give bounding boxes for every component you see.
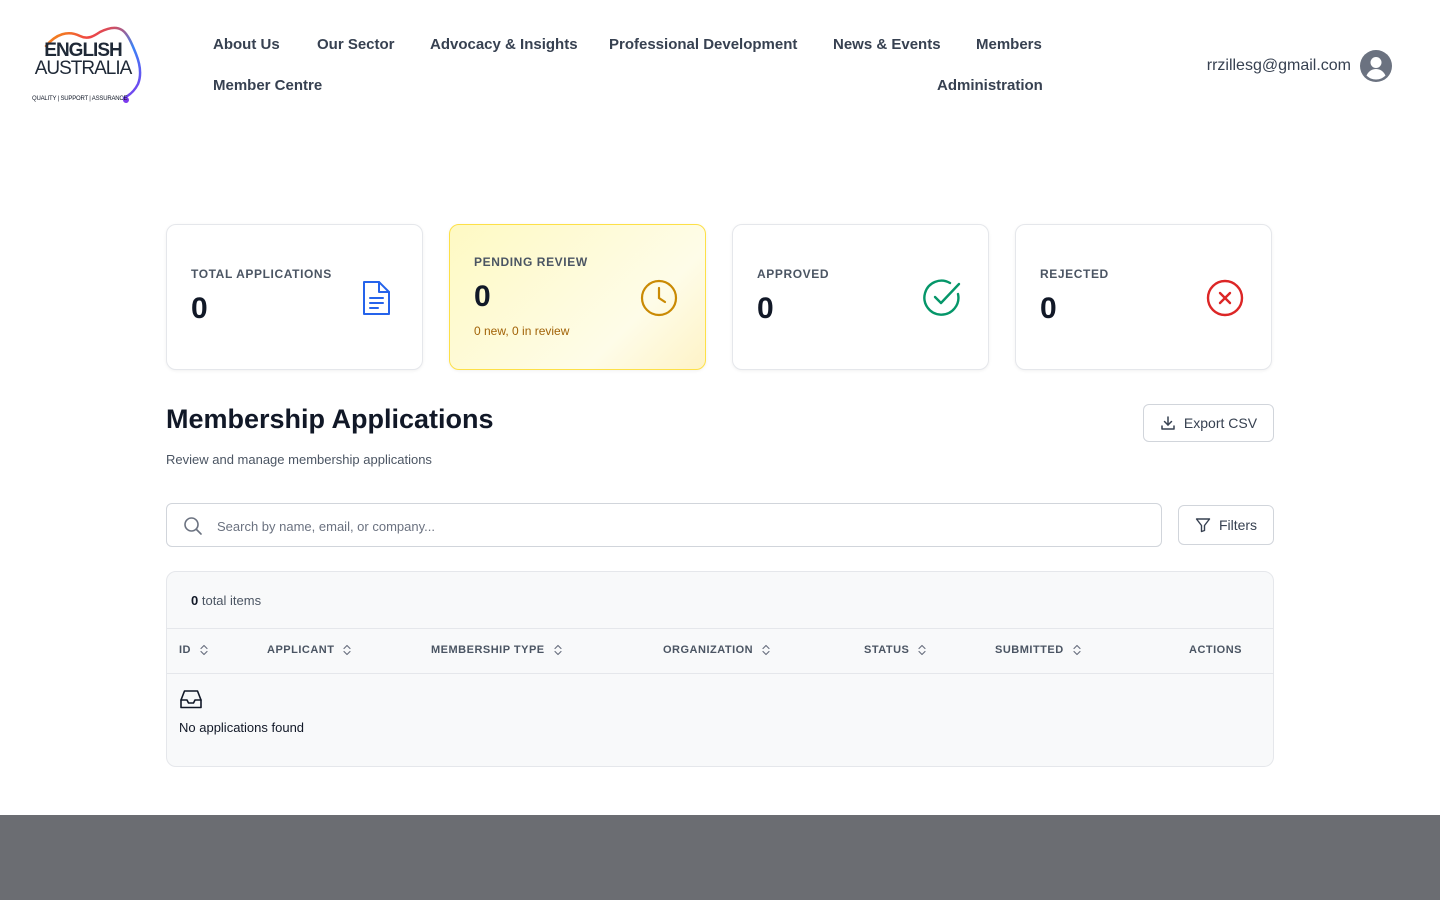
x-circle-icon: [1206, 279, 1244, 317]
logo-line-australia: AUSTRALIA: [34, 58, 133, 79]
search-input[interactable]: [215, 504, 1149, 548]
stat-value: 0: [1040, 292, 1057, 325]
stat-card-approved: APPROVED 0: [732, 224, 989, 370]
filter-icon: [1195, 518, 1211, 533]
total-items-suffix: total items: [198, 593, 262, 608]
page-subtitle: Review and manage membership application…: [166, 452, 432, 467]
empty-state-message: No applications found: [179, 720, 305, 735]
export-csv-button[interactable]: Export CSV: [1143, 404, 1274, 442]
user-menu[interactable]: rrzillesg@gmail.com: [1207, 50, 1392, 82]
nav-advocacy-insights[interactable]: Advocacy & Insights: [430, 36, 578, 53]
stat-label: TOTAL APPLICATIONS: [191, 267, 332, 281]
sort-icon: [918, 644, 926, 656]
stat-card-rejected: REJECTED 0: [1015, 224, 1272, 370]
nav-about-us[interactable]: About Us: [213, 36, 280, 53]
stat-label: APPROVED: [757, 267, 830, 281]
filters-label: Filters: [1218, 517, 1258, 533]
user-circle-icon[interactable]: [1360, 50, 1392, 82]
nav-professional-development[interactable]: Professional Development: [609, 36, 797, 53]
stat-card-pending-review: PENDING REVIEW 0 0 new, 0 in review: [449, 224, 706, 370]
nav-members[interactable]: Members: [976, 36, 1042, 53]
page-footer: [0, 815, 1440, 900]
nav-news-events[interactable]: News & Events: [833, 36, 941, 53]
page-title: Membership Applications: [166, 404, 494, 434]
nav-administration[interactable]: Administration: [937, 77, 1043, 94]
sort-icon: [343, 644, 352, 656]
inbox-icon: [180, 690, 202, 709]
stat-subtext: 0 new, 0 in review: [474, 324, 570, 338]
export-csv-label: Export CSV: [1183, 415, 1258, 431]
column-header-submitted[interactable]: SUBMITTED: [995, 644, 1082, 656]
column-header-membership-type[interactable]: MEMBERSHIP TYPE: [431, 644, 563, 656]
english-australia-logo[interactable]: ENGLISH AUSTRALIA QUALITY | SUPPORT | AS…: [28, 24, 148, 108]
logo-tagline: QUALITY | SUPPORT | ASSURANCE: [32, 96, 128, 102]
clock-icon: [640, 279, 678, 317]
stat-card-total-applications: TOTAL APPLICATIONS 0: [166, 224, 423, 370]
stat-value: 0: [757, 292, 774, 325]
column-header-actions: ACTIONS: [1189, 644, 1242, 656]
sort-icon: [200, 644, 208, 656]
sort-icon: [762, 644, 770, 656]
applications-table: 0 total items ID APPLICANT MEMBERSHIP TY…: [166, 571, 1274, 767]
column-header-id[interactable]: ID: [179, 644, 209, 656]
stat-label: PENDING REVIEW: [474, 255, 588, 269]
sort-icon: [1073, 644, 1081, 656]
document-icon: [363, 281, 390, 315]
nav-member-centre[interactable]: Member Centre: [213, 77, 322, 94]
column-header-applicant[interactable]: APPLICANT: [267, 644, 352, 656]
stat-value: 0: [191, 292, 208, 325]
column-header-organization[interactable]: ORGANIZATION: [663, 644, 771, 656]
search-box: [166, 503, 1162, 548]
nav-our-sector[interactable]: Our Sector: [317, 36, 395, 53]
stat-value: 0: [474, 280, 491, 313]
column-header-status[interactable]: STATUS: [864, 644, 927, 656]
search-icon: [184, 517, 202, 535]
sort-icon: [554, 644, 562, 656]
check-circle-icon: [923, 279, 961, 316]
user-email[interactable]: rrzillesg@gmail.com: [1207, 57, 1351, 75]
table-header-row: ID APPLICANT MEMBERSHIP TYPE ORGANIZATIO…: [167, 628, 1273, 674]
filters-button[interactable]: Filters: [1178, 505, 1274, 545]
site-header: ENGLISH AUSTRALIA QUALITY | SUPPORT | AS…: [0, 0, 1440, 130]
total-items-count: 0 total items: [191, 593, 261, 608]
stat-label: REJECTED: [1040, 267, 1109, 281]
download-icon: [1161, 416, 1175, 430]
